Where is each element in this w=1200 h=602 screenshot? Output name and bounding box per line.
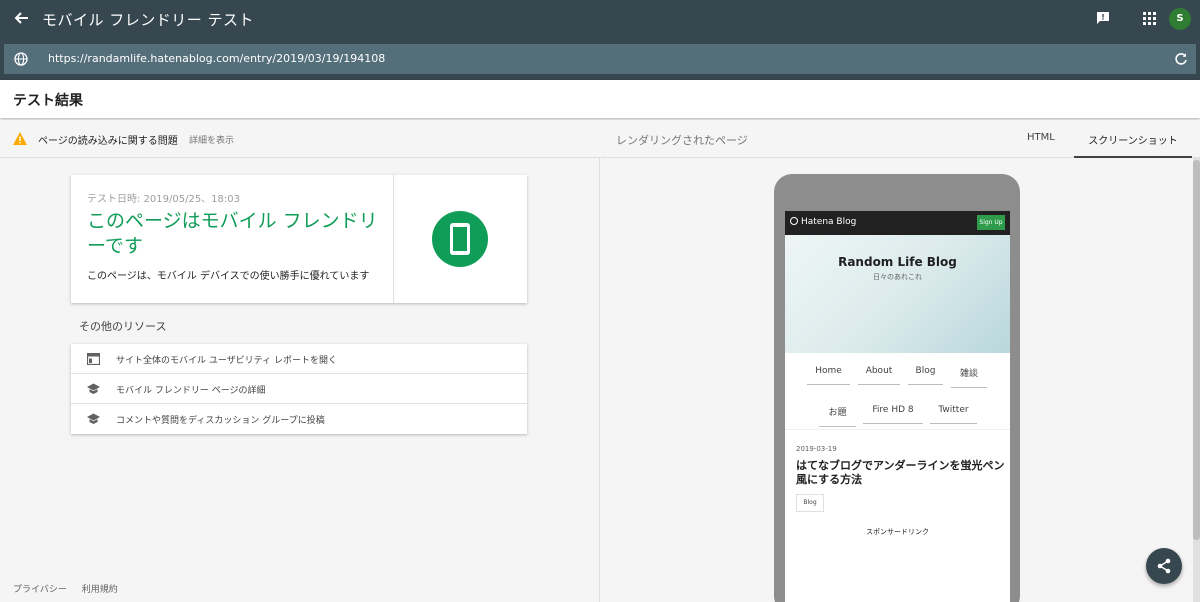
tested-url[interactable]: https://randamlife.hatenablog.com/entry/… [48,52,385,65]
terms-link[interactable]: 利用規約 [82,585,118,595]
apps-grid-icon[interactable] [1143,12,1156,25]
phone-screen: Hatena Blog Sign Up Random Life Blog 日々の… [785,211,1010,602]
resource-label[interactable]: モバイル フレンドリー ページの詳細 [116,383,266,396]
scrollbar[interactable] [1193,158,1200,602]
resources-list: サイト全体のモバイル ユーザビリティ レポートを開く モバイル フレンドリー ペ… [71,344,527,434]
post-date: 2019-03-19 [796,445,837,453]
hatena-header: Hatena Blog Sign Up [785,211,1010,235]
resources-title: その他のリソース [79,320,167,333]
post-category-tag: Blog [796,494,824,512]
nav-item: 雑談 [951,366,987,388]
card-divider [393,175,394,303]
nav-item: Blog [908,366,943,385]
back-arrow-icon[interactable] [12,8,32,28]
url-bar[interactable]: https://randamlife.hatenablog.com/entry/… [4,44,1196,74]
refresh-icon[interactable] [1174,52,1188,66]
school-icon [87,413,100,424]
show-details-link[interactable]: 詳細を表示 [189,133,234,146]
tab-screenshot[interactable]: スクリーンショット [1074,120,1192,158]
result-description: このページは、モバイル デバイスでの使い勝手に優れています [87,271,370,282]
share-icon [1157,558,1171,574]
nav-item: Fire HD 8 [863,405,923,424]
report-icon [87,353,100,365]
resource-item-discussion[interactable]: コメントや質問をディスカッション グループに投稿 [71,404,527,434]
scrollbar-thumb[interactable] [1193,160,1200,540]
issue-text: ページの読み込みに関する問題 [38,136,178,147]
nav-item: About [858,366,900,385]
phone-frame: Hatena Blog Sign Up Random Life Blog 日々の… [774,174,1020,602]
resource-label[interactable]: サイト全体のモバイル ユーザビリティ レポートを開く [116,353,337,366]
nav-divider [785,429,1010,430]
post-title: はてなブログでアンダーラインを蛍光ペン風にする方法 [796,459,1005,486]
blog-subtitle: 日々のあれこれ [873,273,922,281]
hatena-logo-icon [790,217,798,225]
left-pane: ページの読み込みに関する問題 詳細を表示 テスト日時: 2019/05/25、1… [0,120,600,602]
feedback-icon[interactable] [1096,11,1110,25]
resource-item-details[interactable]: モバイル フレンドリー ページの詳細 [71,374,527,404]
tab-html[interactable]: HTML [1027,132,1055,143]
blog-title: Random Life Blog [838,255,957,269]
results-header: テスト結果 [0,80,1200,118]
signup-button: Sign Up [977,215,1005,230]
test-date: テスト日時: 2019/05/25、18:03 [87,194,241,205]
footer: プライバシー 利用規約 [13,582,130,595]
blog-hero: Random Life Blog 日々のあれこれ [785,235,1010,353]
nav-item: お題 [819,405,856,427]
privacy-link[interactable]: プライバシー [13,585,67,595]
nav-item: Twitter [930,405,977,424]
resource-item-usability-report[interactable]: サイト全体のモバイル ユーザビリティ レポートを開く [71,344,527,374]
warning-icon [13,132,27,145]
app-title: モバイル フレンドリー テスト [42,11,255,29]
smartphone-icon [450,223,470,255]
mobile-friendly-badge [432,211,488,267]
nav-item: Home [807,366,850,385]
result-card: テスト日時: 2019/05/25、18:03 このページはモバイル フレンドリ… [71,175,527,303]
resource-label[interactable]: コメントや質問をディスカッション グループに投稿 [116,413,325,426]
globe-icon [14,52,28,66]
issue-bar[interactable]: ページの読み込みに関する問題 詳細を表示 [0,120,600,158]
sponsored-link-label: スポンサードリンク [866,528,929,536]
share-button[interactable] [1146,548,1182,584]
rendered-page-header: レンダリングされたページ HTML スクリーンショット [601,120,1200,158]
hatena-logo: Hatena Blog [790,217,856,227]
app-bar: モバイル フレンドリー テスト S https://randamlife.hat… [0,0,1200,80]
avatar[interactable]: S [1169,8,1191,30]
results-heading: テスト結果 [13,93,83,109]
rendered-page-label: レンダリングされたページ [616,134,748,147]
right-pane: レンダリングされたページ HTML スクリーンショット Hatena Blog … [601,120,1200,602]
result-headline: このページはモバイル フレンドリーです [87,210,378,257]
school-icon [87,383,100,394]
